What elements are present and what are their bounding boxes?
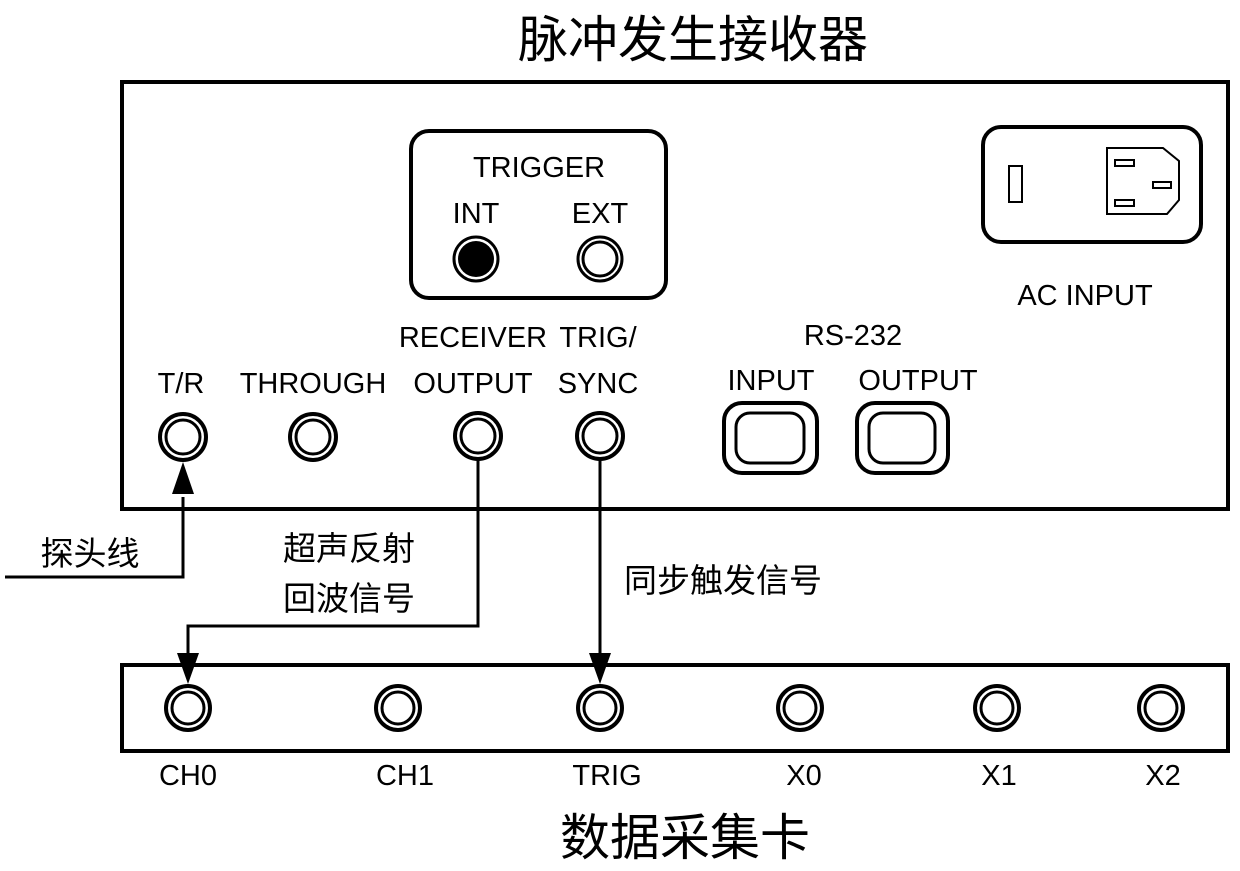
port-receiver-output-label-2: OUTPUT [413,368,533,400]
rs232-input-port[interactable] [722,401,819,475]
port-through-label: THROUGH [240,368,387,400]
echo-signal-line [177,460,480,684]
daq-port-x1-label: X1 [981,760,1016,792]
ac-input-socket [981,125,1203,244]
daq-port-trig-label: TRIG [572,760,641,792]
daq-port-ch0[interactable] [164,684,212,732]
daq-port-ch1[interactable] [374,684,422,732]
daq-port-ch1-label: CH1 [376,760,434,792]
echo-signal-label-1: 超声反射 [283,529,415,568]
arrow-down-icon [589,653,611,684]
daq-port-x0[interactable] [776,684,824,732]
trigger-int-indicator[interactable] [452,235,500,283]
trigger-int-label: INT [453,198,500,230]
daq-port-ch0-label: CH0 [159,760,217,792]
arrow-down-icon [177,653,199,684]
port-tr[interactable] [158,412,208,462]
daq-port-x2-label: X2 [1145,760,1180,792]
trigger-ext-indicator[interactable] [576,235,624,283]
port-through[interactable] [288,412,338,462]
ac-input-label: AC INPUT [1017,280,1153,312]
port-trig-sync-label-1: TRIG/ [559,322,637,354]
sync-trigger-label: 同步触发信号 [624,561,822,600]
pulser-receiver-title: 脉冲发生接收器 [518,11,868,69]
daq-card-title: 数据采集卡 [560,809,810,867]
arrow-up-icon [172,462,194,494]
sync-trigger-line [589,460,611,684]
daq-port-x0-label: X0 [786,760,821,792]
rs232-title: RS-232 [804,320,902,352]
daq-card-box [120,663,1230,753]
rs232-input-label: INPUT [728,365,815,397]
probe-cable-label: 探头线 [41,534,140,573]
daq-port-x2[interactable] [1137,684,1185,732]
port-receiver-output-label-1: RECEIVER [399,322,547,354]
diagram-canvas: 脉冲发生接收器 TRIGGER INT EXT AC INPUT RS-232 … [5,11,1230,867]
port-trig-sync-label-2: SYNC [558,368,639,400]
trigger-ext-label: EXT [572,198,629,230]
port-trig-sync[interactable] [575,411,625,461]
port-tr-label: T/R [158,368,205,400]
rs232-output-label: OUTPUT [858,365,978,397]
daq-port-trig[interactable] [576,684,624,732]
daq-port-x1[interactable] [973,684,1021,732]
trigger-title: TRIGGER [473,152,605,184]
port-receiver-output[interactable] [453,411,503,461]
rs232-output-port[interactable] [855,401,950,475]
echo-signal-label-2: 回波信号 [283,579,415,618]
trigger-panel: TRIGGER INT EXT [409,129,668,300]
